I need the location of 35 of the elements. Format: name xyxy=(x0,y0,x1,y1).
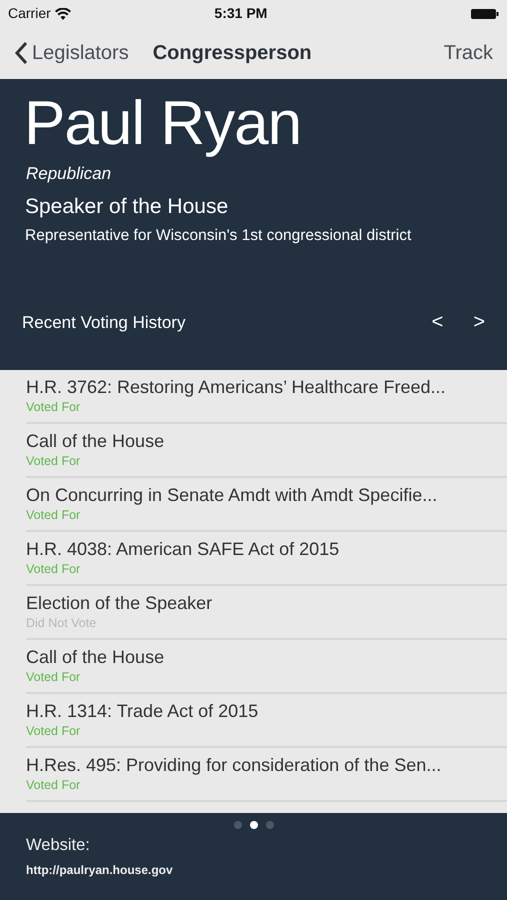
back-chevron-icon xyxy=(14,41,28,65)
page-dot[interactable] xyxy=(234,821,242,829)
vote-status: Voted For xyxy=(26,560,82,577)
track-button[interactable]: Track xyxy=(444,38,493,68)
vote-status: Voted For xyxy=(26,506,82,523)
vote-status: Voted For xyxy=(26,776,82,793)
district-text: Representative for Wisconsin's 1st congressional district xyxy=(25,226,412,246)
page-dot[interactable] xyxy=(266,821,274,829)
bill-title: Call of the House xyxy=(26,431,166,453)
vote-status: Voted For xyxy=(26,722,82,739)
battery-icon xyxy=(471,8,499,20)
bill-title: H.Res. 495: Providing for consideration of the Sen... xyxy=(26,755,442,777)
page-dot[interactable] xyxy=(250,821,258,829)
vote-status: Voted For xyxy=(26,398,82,415)
vote-status: Voted For xyxy=(26,668,82,685)
party-label: Republican xyxy=(26,163,112,185)
clock-time: 5:31 PM xyxy=(213,4,268,23)
bill-title: H.R. 4038: American SAFE Act of 2015 xyxy=(26,539,340,561)
website-label: Website: xyxy=(26,835,91,856)
bill-title: H.R. 1314: Trade Act of 2015 xyxy=(26,701,260,723)
website-link[interactable]: http://paulryan.house.gov xyxy=(26,860,173,879)
legislator-name: Paul Ryan xyxy=(24,93,302,155)
back-button[interactable]: Legislators xyxy=(14,38,129,68)
vote-status: Voted For xyxy=(26,452,82,469)
previous-button[interactable]: < xyxy=(432,307,444,338)
role-title: Speaker of the House xyxy=(25,194,230,220)
bill-title: On Concurring in Senate Amdt with Amdt Specifie... xyxy=(26,485,438,507)
section-title: Recent Voting History xyxy=(22,312,186,334)
carrier-label: Carrier xyxy=(8,4,51,23)
nav-title: Congressperson xyxy=(152,41,312,66)
bill-title: Call of the House xyxy=(26,647,166,669)
bill-title: H.R. 3762: Restoring Americans’ Healthcare Freed... xyxy=(26,377,447,399)
next-button[interactable]: > xyxy=(473,307,485,338)
bill-title: Election of the Speaker xyxy=(26,593,214,615)
wifi-icon xyxy=(54,8,71,20)
